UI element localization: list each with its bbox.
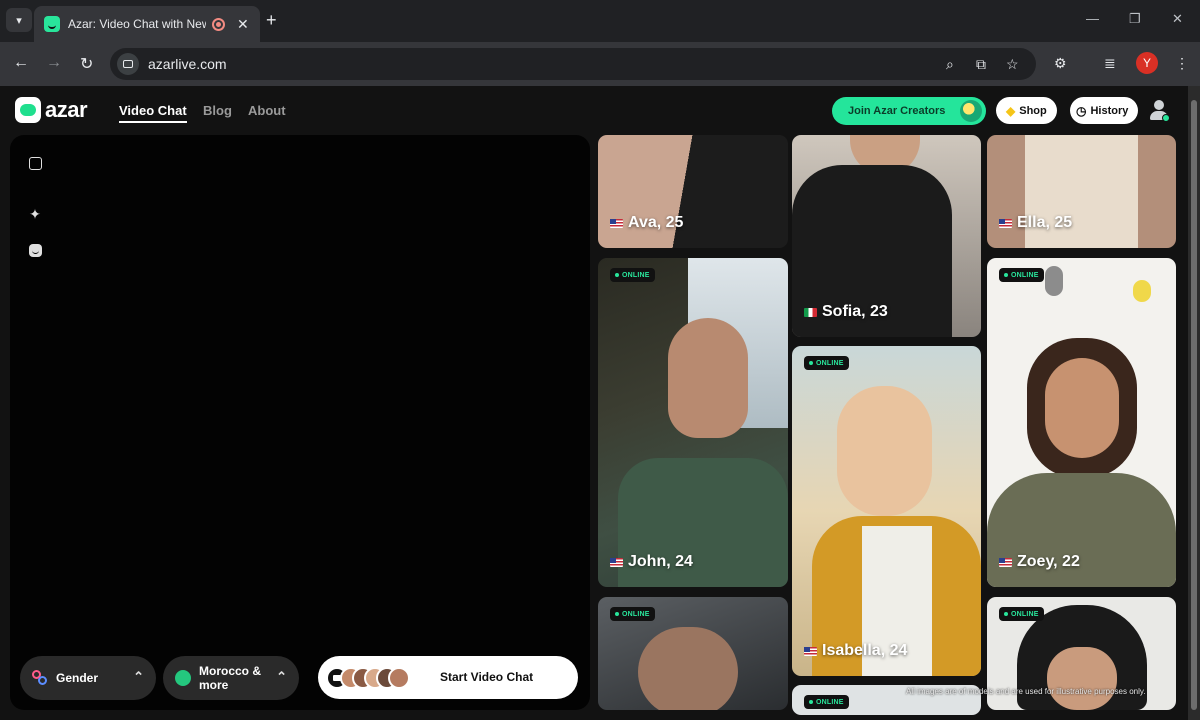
online-badge: ONLINE — [999, 268, 1044, 282]
page-scrollbar[interactable] — [1188, 86, 1200, 720]
nav-about[interactable]: About — [248, 103, 286, 118]
scrollbar-thumb[interactable] — [1191, 100, 1197, 710]
nav-video-chat[interactable]: Video Chat — [119, 103, 187, 123]
restore-icon[interactable]: ❐ — [1129, 11, 1141, 27]
address-bar[interactable]: azarlive.com ⌕ ⧉ ☆ — [110, 48, 1036, 80]
profile-name: Isabella, 24 — [804, 642, 907, 660]
shop-label: Shop — [1019, 104, 1047, 117]
clock-icon: ◷ — [1076, 103, 1087, 118]
url-text[interactable]: azarlive.com — [148, 56, 227, 72]
chevron-up-icon: ⌃ — [276, 669, 287, 684]
gender-filter-button[interactable]: Gender ⌃ — [20, 656, 156, 700]
profile-card-zoey[interactable]: ONLINE Zoey, 22 — [987, 258, 1176, 587]
us-flag-icon — [804, 646, 817, 656]
shop-button[interactable]: ◆ Shop — [996, 97, 1057, 124]
tab-title: Azar: Video Chat with New Pe — [68, 17, 206, 31]
start-label: Start Video Chat — [440, 670, 534, 684]
azar-logo[interactable]: azar — [15, 97, 88, 123]
globe-icon — [175, 670, 191, 686]
history-label: History — [1090, 104, 1129, 117]
logo-text: azar — [45, 97, 88, 122]
browser-tab-bar: ▾ Azar: Video Chat with New Pe ✕ + — ❐ ✕ — [0, 0, 1200, 42]
disclaimer-text: All images are of models and are used fo… — [906, 687, 1146, 696]
online-badge: ONLINE — [804, 356, 849, 370]
us-flag-icon — [999, 557, 1012, 567]
online-badge: ONLINE — [804, 695, 849, 709]
join-creators-button[interactable]: Join Azar Creators — [832, 97, 986, 125]
profile-name: Ava, 25 — [610, 214, 683, 232]
avatar-stack — [326, 667, 410, 689]
reload-icon[interactable]: ↻ — [80, 54, 93, 74]
nav-blog[interactable]: Blog — [203, 103, 232, 118]
azar-favicon-icon — [44, 16, 60, 32]
online-badge: ONLINE — [610, 607, 655, 621]
profile-name: Zoey, 22 — [999, 553, 1080, 571]
browser-menu-icon[interactable]: ⋮ — [1175, 55, 1189, 72]
site-info-icon[interactable] — [117, 53, 139, 75]
media-controls-icon[interactable]: ≣ — [1104, 55, 1116, 72]
face-filter-icon[interactable] — [26, 241, 44, 259]
expand-icon[interactable] — [26, 154, 44, 172]
online-badge: ONLINE — [999, 607, 1044, 621]
diamond-icon: ◆ — [1006, 103, 1016, 118]
italy-flag-icon — [804, 307, 817, 317]
profile-card-ella[interactable]: Ella, 25 — [987, 135, 1176, 248]
profile-avatar[interactable]: Y — [1136, 52, 1158, 74]
tab-close-icon[interactable]: ✕ — [237, 16, 249, 33]
creators-badge-icon — [960, 100, 982, 122]
bookmark-star-icon[interactable]: ☆ — [1006, 56, 1019, 73]
zoom-icon[interactable]: ⌕ — [946, 56, 954, 73]
region-filter-button[interactable]: Morocco & more ⌃ — [163, 656, 299, 700]
profile-card-4[interactable]: ONLINE — [598, 597, 788, 710]
region-label: Morocco & more — [199, 664, 262, 692]
profile-card-sofia[interactable]: Sofia, 23 — [792, 135, 981, 337]
install-app-icon[interactable]: ⧉ — [976, 56, 986, 73]
profile-card-isabella[interactable]: ONLINE Isabella, 24 — [792, 346, 981, 676]
profile-name: Sofia, 23 — [804, 303, 888, 321]
gender-icon — [32, 670, 48, 686]
recording-indicator-icon — [212, 17, 225, 31]
forward-icon[interactable]: → — [46, 54, 62, 72]
profile-name: John, 24 — [610, 553, 693, 571]
video-preview-panel: ✦ — [10, 135, 590, 710]
azar-logo-icon — [15, 97, 41, 123]
profile-card-ava[interactable]: Ava, 25 — [598, 135, 788, 248]
history-button[interactable]: ◷ History — [1070, 97, 1139, 124]
chevron-up-icon: ⌃ — [133, 669, 144, 684]
us-flag-icon — [610, 557, 623, 567]
browser-tab-azar[interactable]: Azar: Video Chat with New Pe ✕ — [34, 6, 260, 42]
online-badge: ONLINE — [610, 268, 655, 282]
back-icon[interactable]: ← — [13, 54, 29, 72]
start-video-chat-button[interactable]: Start Video Chat — [318, 656, 578, 699]
close-window-icon[interactable]: ✕ — [1172, 11, 1183, 27]
azar-site: azar Video Chat Blog About Join Azar Cre… — [0, 86, 1188, 720]
profile-card-john[interactable]: ONLINE John, 24 — [598, 258, 788, 587]
new-tab-button[interactable]: + — [266, 10, 277, 31]
gender-label: Gender — [56, 671, 99, 685]
extensions-icon[interactable]: ⚙ — [1054, 55, 1067, 72]
us-flag-icon — [999, 218, 1012, 228]
effects-sparkle-icon[interactable]: ✦ — [26, 205, 44, 223]
user-account-icon[interactable] — [1148, 99, 1170, 122]
browser-toolbar: ← → ↻ azarlive.com ⌕ ⧉ ☆ ⚙ ≣ Y ⋮ — [0, 42, 1200, 86]
minimize-icon[interactable]: — — [1086, 11, 1099, 26]
tab-search-button[interactable]: ▾ — [6, 8, 32, 32]
join-creators-label: Join Azar Creators — [848, 105, 946, 117]
profile-name: Ella, 25 — [999, 214, 1072, 232]
us-flag-icon — [610, 218, 623, 228]
